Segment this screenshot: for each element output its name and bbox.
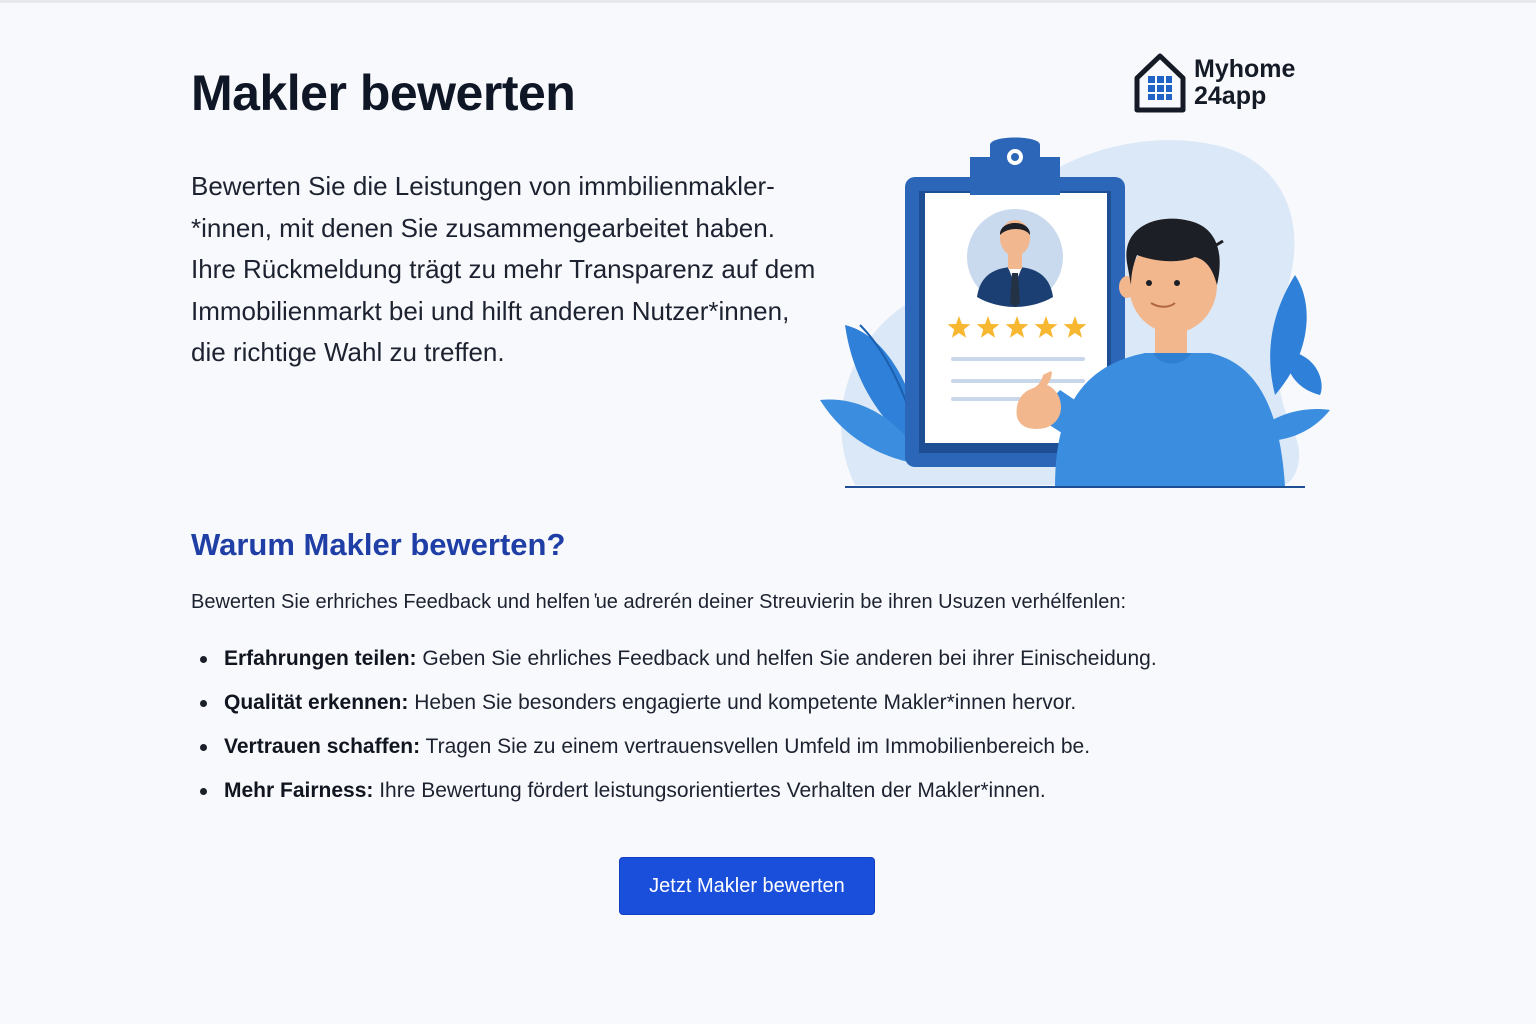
- house-logo-icon: [1134, 53, 1186, 113]
- page-title: Makler bewerten: [191, 65, 576, 121]
- ground-line-icon: [845, 486, 1305, 488]
- intro-text: Bewerten Sie die Leistungen von immbilie…: [191, 171, 816, 367]
- brand-name: Myhome 24app: [1194, 56, 1295, 110]
- section-title: Warum Makler bewerten?: [191, 527, 566, 562]
- list-item: Vertrauen schaffen: Tragen Sie zu einem …: [191, 732, 1341, 776]
- text-line-icon: [951, 357, 1085, 361]
- list-item: Erfahrungen teilen: Geben Sie ehrliches …: [191, 644, 1341, 688]
- list-item-text: Heben Sie besonders engagierte und kompe…: [408, 691, 1077, 714]
- brand-name-line1: Myhome: [1194, 55, 1296, 83]
- list-item-text: Ihre Bewertung fördert leistungsorientie…: [373, 779, 1046, 802]
- list-item-label: Mehr Fairness:: [224, 779, 374, 802]
- list-item-text: Tragen Sie zu einem vertrauensvellen Umf…: [420, 735, 1091, 758]
- list-item-text: Geben Sie ehrliches Feedback und helfen …: [416, 647, 1157, 670]
- list-item-label: Erfahrungen teilen:: [224, 647, 417, 670]
- list-item: Qualität erkennen: Heben Sie besonders e…: [191, 688, 1341, 732]
- text-line-icon: [951, 379, 1085, 383]
- section-lead: Bewerten Sie erhriches Feedback und helf…: [191, 591, 1127, 613]
- benefits-list: Erfahrungen teilen: Geben Sie ehrliches …: [191, 644, 1341, 820]
- rate-agent-button[interactable]: Jetzt Makler bewerten: [619, 857, 875, 915]
- list-item: Mehr Fairness: Ihre Bewertung fördert le…: [191, 776, 1341, 820]
- agent-avatar-icon: [967, 209, 1063, 307]
- brand-name-line2: 24app: [1194, 82, 1267, 110]
- list-item-label: Vertrauen schaffen:: [224, 735, 421, 758]
- brand-logo[interactable]: Myhome 24app: [1132, 52, 1295, 114]
- top-divider: [0, 0, 1536, 3]
- list-item-label: Qualität erkennen:: [224, 691, 409, 714]
- rating-illustration: [820, 137, 1330, 488]
